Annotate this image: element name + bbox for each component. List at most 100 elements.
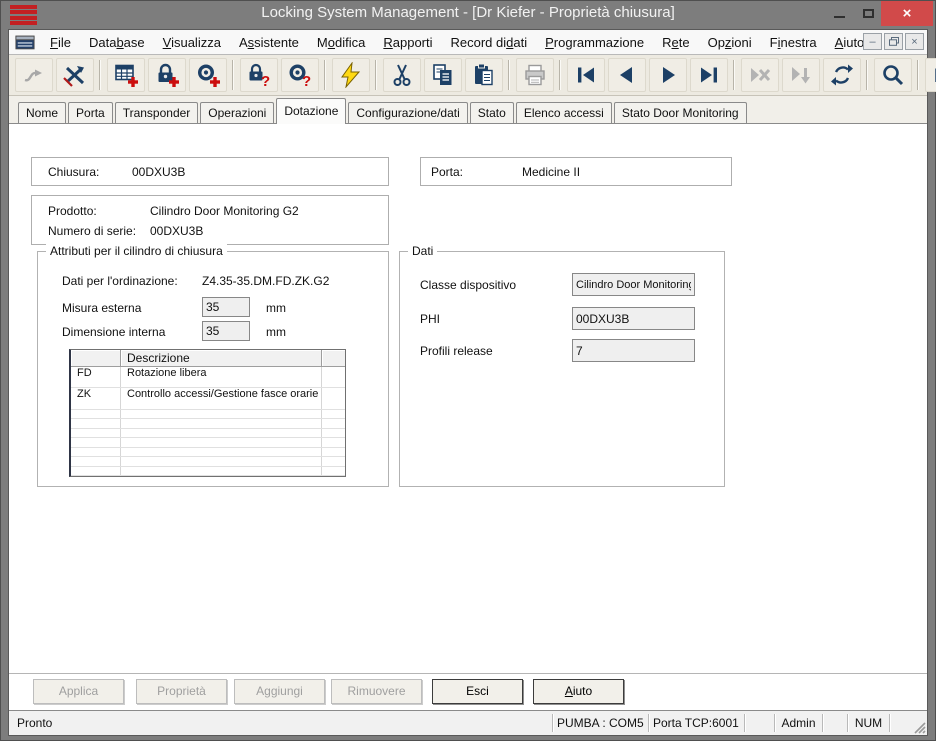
applica-button: Applica bbox=[33, 679, 124, 704]
porta-label: Porta: bbox=[431, 165, 464, 179]
phi-label: PHI bbox=[420, 312, 441, 326]
paste-icon[interactable] bbox=[464, 58, 503, 92]
tab-transponder[interactable]: Transponder bbox=[114, 102, 199, 123]
first-record-icon[interactable] bbox=[566, 58, 605, 92]
rimuovere-button: Rimuovere bbox=[331, 679, 422, 704]
window-title: Locking System Management - [Dr Kiefer -… bbox=[261, 4, 675, 21]
prev-record-icon[interactable] bbox=[607, 58, 646, 92]
table-row-fd[interactable]: FD Rotazione libera bbox=[71, 367, 345, 389]
chiusura-box: Chiusura: 00DXU3B bbox=[31, 157, 389, 186]
toolbar-separator bbox=[733, 60, 735, 90]
toolbar-separator bbox=[232, 60, 234, 90]
code-column-header bbox=[71, 350, 121, 367]
menu-item-finestra[interactable]: Finestra bbox=[761, 35, 826, 50]
profili-release-input[interactable] bbox=[572, 339, 695, 362]
read-transponder-icon[interactable]: ? bbox=[280, 58, 319, 92]
cut-icon[interactable] bbox=[382, 58, 421, 92]
app-window: Locking System Management - [Dr Kiefer -… bbox=[0, 0, 936, 741]
cell-code bbox=[71, 457, 121, 466]
menu-item-file[interactable]: File bbox=[41, 35, 80, 50]
tab-dotazione[interactable]: Dotazione bbox=[276, 98, 347, 124]
mdi-close-button[interactable]: × bbox=[905, 33, 924, 50]
title-bar: Locking System Management - [Dr Kiefer -… bbox=[1, 1, 935, 29]
minimize-button[interactable] bbox=[827, 1, 851, 26]
tab-elenco-accessi[interactable]: Elenco accessi bbox=[515, 102, 612, 123]
svg-text:?: ? bbox=[261, 73, 270, 88]
status-message: Pronto bbox=[17, 716, 53, 730]
attributi-group-title: Attributi per il cilindro di chiusura bbox=[46, 244, 227, 258]
cell-code bbox=[71, 466, 121, 475]
tab-stato[interactable]: Stato bbox=[469, 102, 514, 123]
cell-descrizione: Controllo accessi/Gestione fasce orarie bbox=[121, 388, 322, 409]
toolbar-separator bbox=[324, 60, 326, 90]
tab-nome[interactable]: Nome bbox=[18, 102, 67, 123]
filter-icon[interactable]: F bbox=[924, 58, 936, 92]
refresh-icon[interactable] bbox=[822, 58, 861, 92]
misura-esterna-input[interactable] bbox=[202, 297, 250, 317]
menu-bar: File Database Visualizza Assistente Modifica… bbox=[9, 30, 927, 55]
goto-record-icon bbox=[781, 58, 820, 92]
copy-icon[interactable] bbox=[423, 58, 462, 92]
mdi-system-icon[interactable] bbox=[15, 34, 35, 51]
new-lock-icon[interactable] bbox=[147, 58, 186, 92]
toolbar-separator bbox=[559, 60, 561, 90]
read-lock-icon[interactable]: ? bbox=[239, 58, 278, 92]
toolbar-separator bbox=[866, 60, 868, 90]
misura-esterna-label: Misura esterna bbox=[62, 301, 142, 315]
cell-code bbox=[71, 419, 121, 428]
table-row-zk[interactable]: ZK Controllo accessi/Gestione fasce orari… bbox=[71, 388, 345, 410]
menu-item-assistente[interactable]: Assistente bbox=[230, 35, 308, 50]
program-icon[interactable] bbox=[331, 58, 370, 92]
next-record-icon[interactable] bbox=[648, 58, 687, 92]
menu-item-rete[interactable]: Rete bbox=[653, 35, 698, 50]
cell-code bbox=[71, 409, 121, 419]
dialog-button-bar: Applica Proprietà Aggiungi Rimuovere Esci Aiu… bbox=[9, 673, 927, 710]
tab-configurazione-dati[interactable]: Configurazione/dati bbox=[348, 102, 468, 123]
tab-operazioni[interactable]: Operazioni bbox=[200, 102, 275, 123]
cell-descrizione bbox=[121, 419, 322, 428]
menu-item-visualizza[interactable]: Visualizza bbox=[154, 35, 230, 50]
close-button[interactable]: × bbox=[881, 1, 933, 26]
numero-serie-label: Numero di serie: bbox=[48, 224, 137, 238]
mdi-restore-button[interactable] bbox=[884, 33, 903, 50]
table-row-empty bbox=[71, 428, 345, 439]
menu-item-database[interactable]: Database bbox=[80, 35, 154, 50]
last-record-icon[interactable] bbox=[689, 58, 728, 92]
tab-stato-door-monitoring[interactable]: Stato Door Monitoring bbox=[613, 102, 747, 123]
cell-spacer bbox=[322, 457, 345, 465]
mdi-minimize-button[interactable]: – bbox=[863, 33, 882, 50]
misura-esterna-unit: mm bbox=[266, 301, 286, 315]
phi-input[interactable] bbox=[572, 307, 695, 330]
porta-box: Porta: Medicine II bbox=[420, 157, 732, 186]
esci-button[interactable]: Esci bbox=[432, 679, 523, 704]
close-icon: × bbox=[902, 5, 912, 22]
cancel-record-icon bbox=[740, 58, 779, 92]
prodotto-value: Cilindro Door Monitoring G2 bbox=[150, 204, 299, 218]
search-icon[interactable] bbox=[873, 58, 912, 92]
dimensione-interna-input[interactable] bbox=[202, 321, 250, 341]
minimize-icon bbox=[833, 15, 845, 18]
cell-code bbox=[71, 428, 121, 438]
menu-item-programmazione[interactable]: Programmazione bbox=[536, 35, 653, 50]
cell-descrizione bbox=[121, 438, 322, 447]
table-row-empty bbox=[71, 466, 345, 476]
spacer-column-header bbox=[322, 350, 345, 367]
new-transponder-icon[interactable] bbox=[188, 58, 227, 92]
menu-item-rapporti[interactable]: Rapporti bbox=[374, 35, 441, 50]
resize-grip[interactable] bbox=[913, 721, 926, 734]
cell-spacer bbox=[322, 448, 345, 456]
status-panel-empty bbox=[744, 714, 774, 732]
menu-item-modifica[interactable]: Modifica bbox=[308, 35, 374, 50]
menu-item-record-didati[interactable]: Record didati bbox=[442, 35, 537, 50]
cell-code bbox=[71, 438, 121, 447]
status-panel-num: NUM bbox=[847, 714, 889, 732]
client-area: File Database Visualizza Assistente Modifica… bbox=[8, 29, 936, 736]
disconnect-icon[interactable] bbox=[55, 58, 94, 92]
maximize-button[interactable] bbox=[856, 1, 880, 26]
new-locking-plan-icon[interactable] bbox=[106, 58, 145, 92]
tab-porta[interactable]: Porta bbox=[68, 102, 113, 123]
aiuto-button[interactable]: Aiuto bbox=[533, 679, 624, 704]
menu-item-opzioni[interactable]: Opzioni bbox=[699, 35, 761, 50]
attributes-table: Descrizione FD Rotazione libera ZK Controll… bbox=[69, 349, 346, 477]
classe-dispositivo-input[interactable] bbox=[572, 273, 695, 296]
